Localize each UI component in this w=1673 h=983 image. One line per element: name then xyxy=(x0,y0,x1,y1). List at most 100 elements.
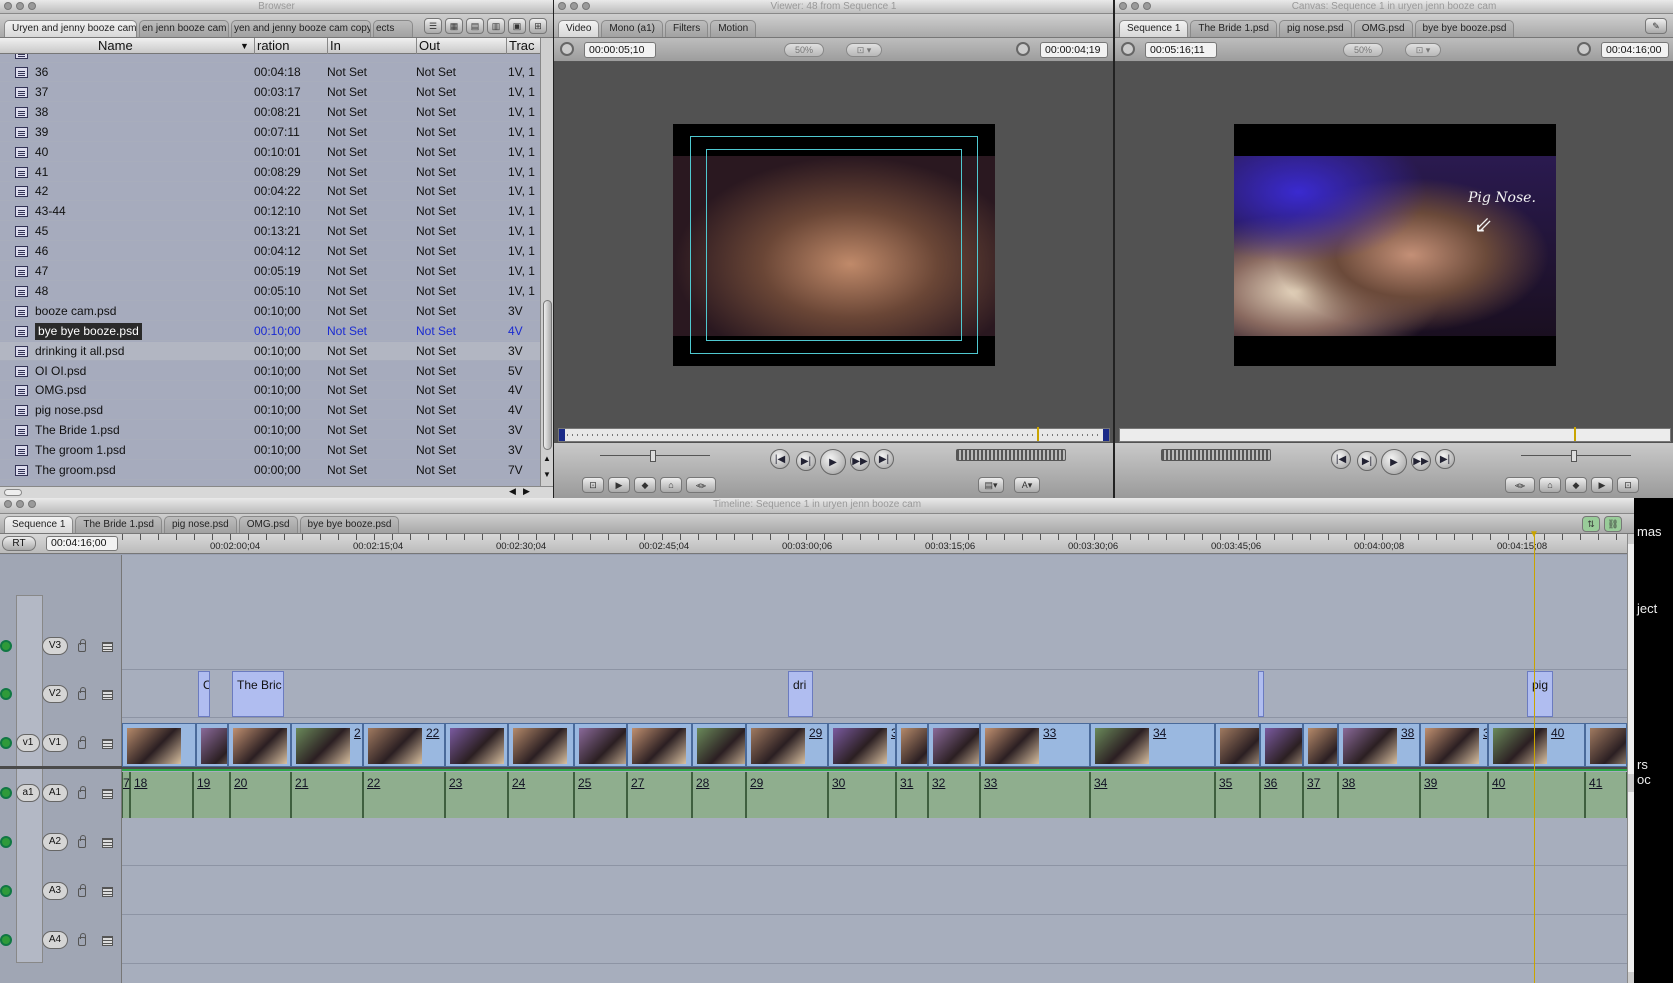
hscroll-right-arrow-icon[interactable]: ▶ xyxy=(523,486,530,497)
auto-select-icon[interactable] xyxy=(102,887,113,897)
view-icon-medium-icon[interactable]: ▤ xyxy=(466,18,484,34)
match-frame-button[interactable]: ⊡ xyxy=(1617,477,1639,493)
tab-video[interactable]: Video xyxy=(558,20,600,37)
auto-select-icon[interactable] xyxy=(102,838,113,848)
auto-select-icon[interactable] xyxy=(102,789,113,799)
video-clip[interactable] xyxy=(228,723,291,767)
list-item[interactable]: booze cam.psd 00:10;00 Not Set Not Set 3V xyxy=(0,302,540,321)
video-clip[interactable] xyxy=(1303,723,1338,767)
browser-titlebar[interactable]: Browser xyxy=(0,0,553,14)
canvas-options-button[interactable]: ✎ xyxy=(1645,18,1667,34)
tab-sequence-1[interactable]: Sequence 1 xyxy=(1119,20,1189,37)
audio-clip[interactable]: 38 xyxy=(1338,772,1420,818)
list-item[interactable]: 47 00:05:19 Not Set Not Set 1V, 1 xyxy=(0,262,540,281)
snapping-toggle[interactable]: ⇅ xyxy=(1582,516,1600,532)
video-clip[interactable]: 22 xyxy=(363,723,445,767)
track-audible-icon[interactable] xyxy=(0,787,12,799)
timeline-current-timecode[interactable]: 00:04:16;00 xyxy=(46,536,118,551)
lock-icon[interactable] xyxy=(78,786,86,799)
title-clip[interactable]: pig xyxy=(1527,671,1553,717)
tab-pig-nose[interactable]: pig nose.psd xyxy=(1279,20,1352,37)
track-lane[interactable] xyxy=(122,671,1627,718)
video-clip[interactable]: 3 xyxy=(828,723,896,767)
canvas-zoom-popup[interactable]: 50% xyxy=(1343,43,1383,57)
video-clip[interactable]: 33 xyxy=(980,723,1090,767)
play-button[interactable]: ▶ xyxy=(820,449,846,475)
track-audible-icon[interactable] xyxy=(0,934,12,946)
destination-track-label[interactable]: V3 xyxy=(42,637,68,655)
track-visibility-icon[interactable] xyxy=(0,688,12,700)
tab-omg[interactable]: OMG.psd xyxy=(238,516,298,533)
add-marker-button[interactable]: ⌂ xyxy=(660,477,682,493)
video-clip[interactable] xyxy=(896,723,928,767)
list-item-partial[interactable] xyxy=(0,54,540,63)
in-point-marker-icon[interactable] xyxy=(559,429,565,441)
video-clip[interactable] xyxy=(445,723,508,767)
lock-icon[interactable] xyxy=(78,736,86,749)
audio-clip[interactable]: 32 xyxy=(928,772,980,818)
mark-in-out-button[interactable]: ⫷⫸ xyxy=(1505,477,1535,493)
viewer-zoom-popup[interactable]: 50% xyxy=(784,43,824,57)
list-item[interactable]: pig nose.psd 00:10;00 Not Set Not Set 4V xyxy=(0,401,540,421)
go-to-prev-edit-button[interactable]: |◀ xyxy=(770,449,790,469)
tab-omg[interactable]: OMG.psd xyxy=(1353,20,1413,37)
audio-clip[interactable]: 18 xyxy=(130,772,193,818)
canvas-jog-wheel[interactable] xyxy=(1521,450,1631,463)
go-to-next-edit-button[interactable]: ▶| xyxy=(874,449,894,469)
audio-clip[interactable]: 22 xyxy=(363,772,445,818)
tab-the-bride-1[interactable]: The Bride 1.psd xyxy=(75,516,162,533)
auto-select-icon[interactable] xyxy=(102,690,113,700)
generator-popup[interactable]: A▾ xyxy=(1014,477,1040,493)
scroll-up-arrow-icon[interactable]: ▲ xyxy=(543,454,551,463)
close-button[interactable] xyxy=(558,2,566,10)
scroll-thumb[interactable] xyxy=(543,300,552,450)
viewer-view-popup[interactable]: ⊡ ▾ xyxy=(846,43,882,57)
auto-select-icon[interactable] xyxy=(102,642,113,652)
scroll-down-arrow-icon[interactable]: ▼ xyxy=(543,470,551,479)
column-out[interactable]: Out xyxy=(416,38,504,54)
track-visibility-icon[interactable] xyxy=(0,737,12,749)
tab-the-bride-1[interactable]: The Bride 1.psd xyxy=(1190,20,1277,37)
mark-clip-button[interactable]: ▶ xyxy=(1591,477,1613,493)
list-item[interactable]: 36 00:04:18 Not Set Not Set 1V, 1 xyxy=(0,63,540,82)
playhead-top-icon[interactable]: ▼ xyxy=(1529,529,1539,540)
list-item[interactable]: 37 00:03:17 Not Set Not Set 1V, 1 xyxy=(0,83,540,102)
list-item[interactable]: The groom.psd 00:00;00 Not Set Not Set 7V xyxy=(0,461,540,480)
track-audible-icon[interactable] xyxy=(0,885,12,897)
close-button[interactable] xyxy=(1119,2,1127,10)
hscroll-left-arrow-icon[interactable]: ◀ xyxy=(509,486,516,497)
window-buttons[interactable] xyxy=(558,2,590,10)
tab-sequence-1[interactable]: Sequence 1 xyxy=(4,516,74,533)
viewer-scrubber[interactable] xyxy=(558,427,1110,442)
timeline-vscrollbar[interactable] xyxy=(1627,534,1634,983)
view-icon-large-icon[interactable]: ▥ xyxy=(487,18,505,34)
list-item[interactable]: 48 00:05:10 Not Set Not Set 1V, 1 xyxy=(0,282,540,301)
canvas-scrubber[interactable] xyxy=(1119,427,1671,442)
video-clip[interactable] xyxy=(627,723,692,767)
tab-mono-a1[interactable]: Mono (a1) xyxy=(601,20,663,37)
hscroll-thumb[interactable] xyxy=(4,489,22,496)
title-clip[interactable]: dri xyxy=(788,671,813,717)
add-marker-button[interactable]: ⌂ xyxy=(1539,477,1561,493)
out-point-marker-icon[interactable] xyxy=(1103,429,1109,441)
video-clip[interactable] xyxy=(508,723,574,767)
tab-bye-bye-booze[interactable]: bye bye booze.psd xyxy=(1414,20,1515,37)
list-item[interactable]: drinking it all.psd 00:10;00 Not Set Not Se… xyxy=(0,341,540,361)
audio-clip[interactable]: 33 xyxy=(980,772,1090,818)
video-clip[interactable] xyxy=(122,723,196,767)
list-item[interactable]: 45 00:13:21 Not Set Not Set 1V, 1 xyxy=(0,222,540,242)
audio-clip[interactable]: 34 xyxy=(1090,772,1215,818)
track-lane[interactable] xyxy=(122,917,1627,964)
list-item[interactable]: 38 00:08:21 Not Set Not Set 1V, 1 xyxy=(0,103,540,122)
lock-icon[interactable] xyxy=(78,687,86,700)
play-around-button[interactable]: ▶▶ xyxy=(1411,451,1431,471)
add-keyframe-button[interactable]: ◆ xyxy=(1565,477,1587,493)
minimize-button[interactable] xyxy=(1131,2,1139,10)
audio-clip[interactable]: 21 xyxy=(291,772,363,818)
zoom-button[interactable] xyxy=(1143,2,1151,10)
tab-browser-effects[interactable]: ects xyxy=(373,20,413,37)
play-in-to-out-button[interactable]: ▶| xyxy=(796,451,816,471)
track-visibility-icon[interactable] xyxy=(0,640,12,652)
video-clip[interactable] xyxy=(1585,723,1627,767)
destination-track-label[interactable]: V2 xyxy=(42,685,68,703)
